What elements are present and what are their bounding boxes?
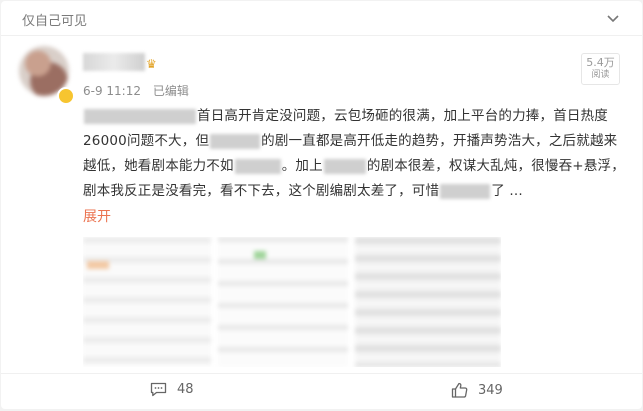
like-button[interactable]: 349 [451,382,503,398]
like-count: 349 [478,382,503,398]
post-text: 首日高开肯定没问题，云包场砸的很满，加上平台的力捧，首日热度26000问题不大，… [83,104,628,204]
username[interactable] [83,53,145,71]
post-footer: 48 349 [1,373,642,410]
edited-label[interactable]: 已编辑 [153,84,189,98]
redacted-name [210,133,261,149]
post-image[interactable] [355,237,501,367]
post-header: 仅自己可见 [1,1,642,36]
comment-count: 48 [177,382,194,397]
redacted-name [323,158,366,174]
post-image[interactable] [218,237,348,367]
thumbs-up-icon [451,382,468,398]
visibility-label: 仅自己可见 [22,14,88,29]
comment-button[interactable]: 48 [150,382,194,397]
redacted-name [84,108,196,124]
post-text-seg5: 了 ... [491,183,523,199]
post-card: 仅自己可见 ♛ 6-9 11:12 已编辑 5.4万 阅读 首日高开肯定没问题，… [1,1,642,409]
post-meta: 6-9 11:12 已编辑 [83,82,189,99]
read-count: 5.4万 [586,56,615,69]
post-image[interactable] [83,237,211,367]
verified-badge-icon [57,87,75,105]
image-gallery [83,237,501,367]
expand-link[interactable]: 展开 [83,206,111,226]
redacted-name [440,183,491,199]
post-date[interactable]: 6-9 11:12 [83,84,141,98]
read-count-badge: 5.4万 阅读 [581,53,620,85]
redacted-name [234,158,281,174]
crown-icon: ♛ [146,57,157,71]
comment-icon [150,382,167,397]
read-label: 阅读 [591,70,610,80]
chevron-down-icon[interactable] [606,11,620,25]
post-text-seg3: 。加上 [281,158,323,174]
